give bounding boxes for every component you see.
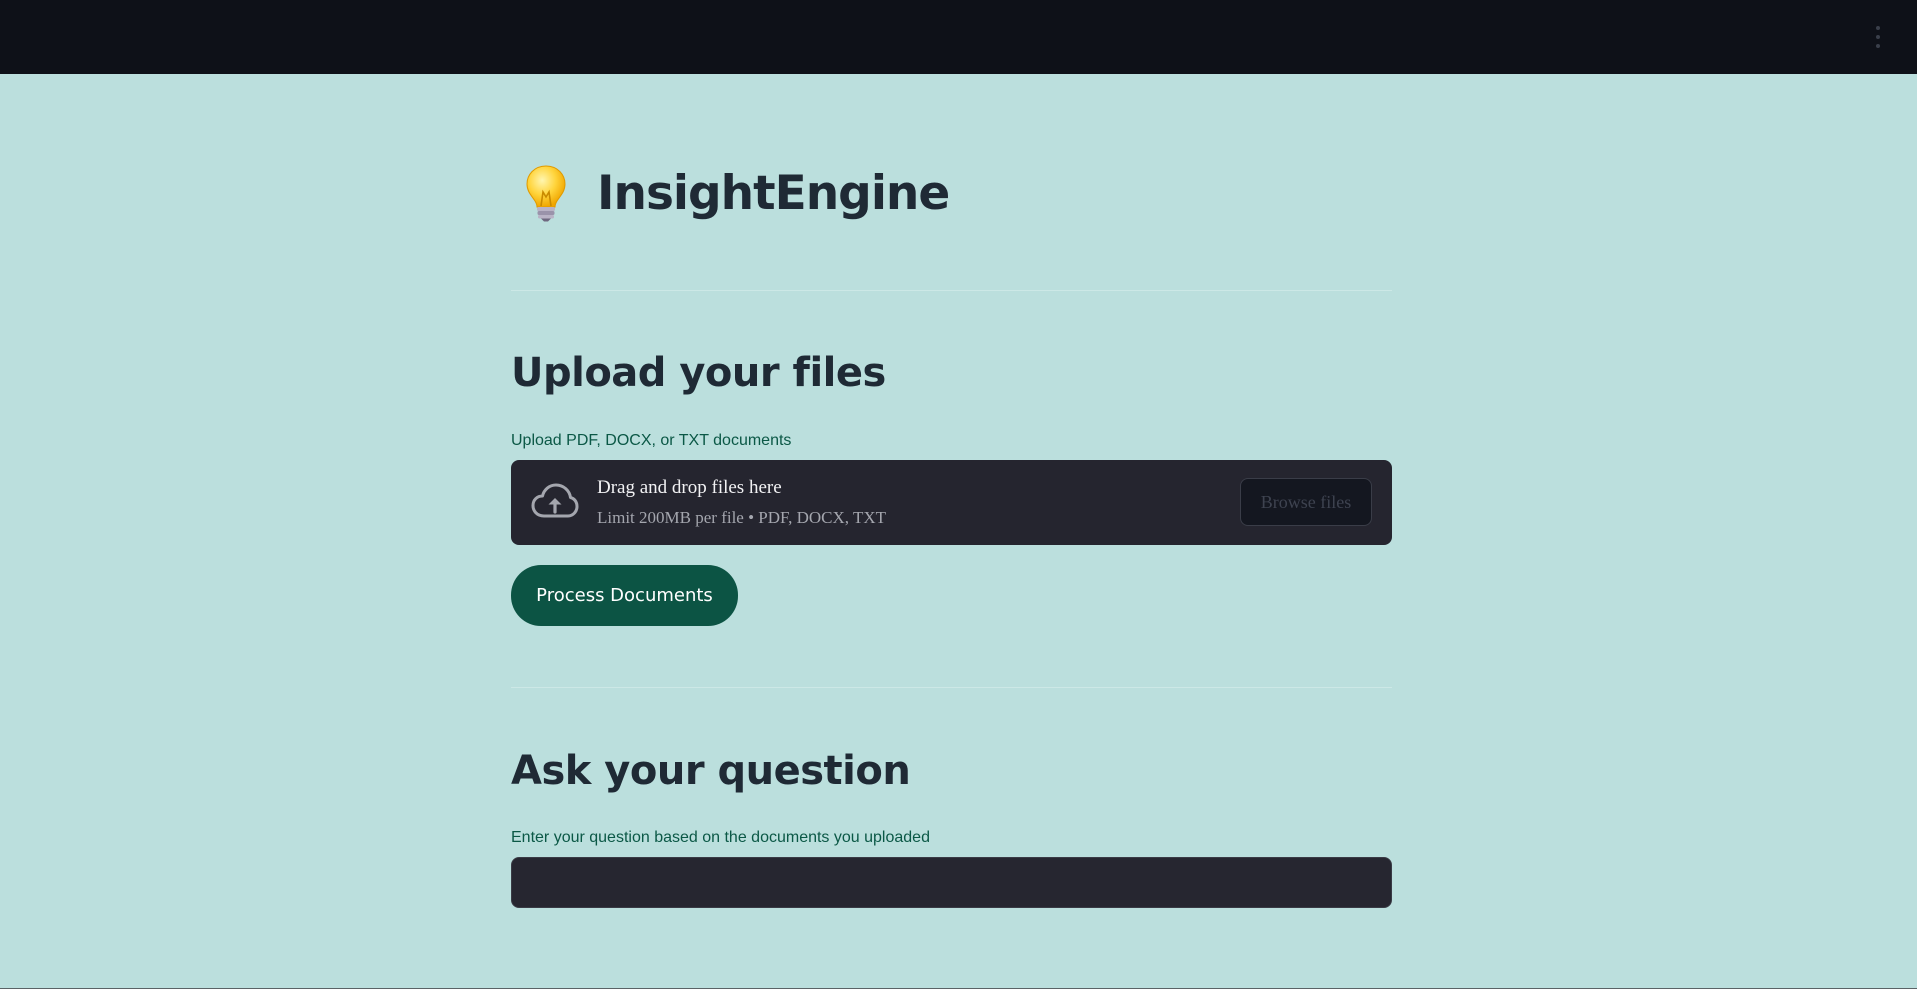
question-heading: Ask your question	[511, 748, 911, 794]
dropzone-limit-text: Limit 200MB per file • PDF, DOCX, TXT	[597, 508, 887, 527]
lightbulb-icon	[526, 165, 566, 222]
browse-files-button[interactable]: Browse files	[1240, 478, 1372, 526]
vertical-dots-icon[interactable]	[1875, 26, 1881, 48]
app-title: InsightEngine	[597, 165, 950, 221]
dropzone-title: Drag and drop files here	[597, 477, 782, 498]
file-dropzone[interactable]: Drag and drop files here Limit 200MB per…	[511, 460, 1392, 545]
top-header-bar	[0, 0, 1917, 74]
section-divider	[511, 687, 1392, 688]
question-field-label: Enter your question based on the documen…	[511, 829, 930, 846]
upload-heading: Upload your files	[511, 350, 886, 396]
section-divider	[511, 290, 1392, 291]
process-documents-button[interactable]: Process Documents	[511, 565, 738, 626]
question-input[interactable]	[511, 857, 1392, 908]
cloud-upload-icon	[531, 483, 579, 518]
upload-field-label: Upload PDF, DOCX, or TXT documents	[511, 432, 792, 449]
app-title-row: InsightEngine	[525, 164, 950, 222]
